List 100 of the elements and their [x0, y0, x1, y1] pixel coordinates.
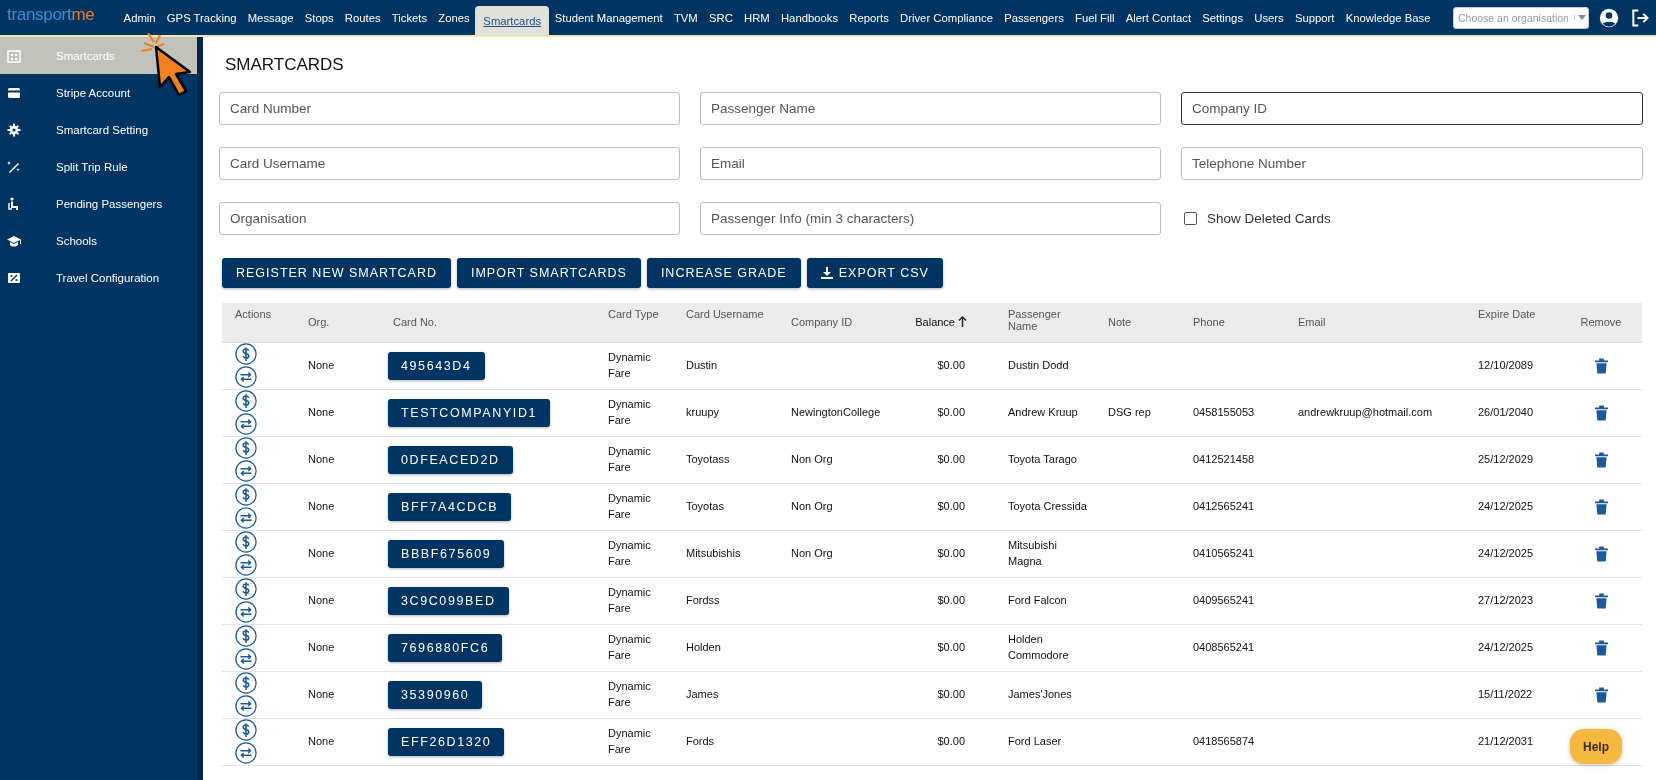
sidebar-item[interactable]: Travel Configuration	[0, 259, 197, 296]
swap-arrows-circle-icon[interactable]	[235, 695, 257, 717]
logout-icon[interactable]	[1630, 7, 1650, 28]
checkbox[interactable]	[1184, 212, 1197, 225]
column-header[interactable]: Email	[1298, 316, 1326, 329]
card-number-button[interactable]: 495643D4	[388, 351, 485, 380]
nav-tab[interactable]: Knowledge Base	[1340, 0, 1437, 35]
column-header[interactable]: Card Username	[686, 308, 764, 320]
trash-icon[interactable]	[1594, 545, 1608, 562]
trash-icon[interactable]	[1594, 451, 1608, 468]
search-field[interactable]: Passenger Info (min 3 characters)	[700, 202, 1161, 235]
action-button[interactable]: IMPORT SMARTCARDS	[456, 258, 641, 288]
nav-tab[interactable]: TVM	[668, 0, 704, 35]
column-header[interactable]: Remove	[1580, 316, 1622, 329]
swap-arrows-circle-icon[interactable]	[235, 648, 257, 670]
dollar-circle-icon[interactable]	[235, 578, 257, 600]
nav-tab[interactable]: Handbooks	[775, 0, 844, 35]
swap-arrows-circle-icon[interactable]	[235, 413, 257, 435]
nav-tab[interactable]: HRM	[738, 0, 776, 35]
card-number-button[interactable]: EFF26D1320	[388, 727, 505, 756]
table-cell: $0.00	[937, 499, 965, 512]
card-number-button[interactable]: 3C9C099BED	[388, 586, 509, 615]
dollar-circle-icon[interactable]	[235, 437, 257, 459]
nav-tab[interactable]: Settings	[1196, 0, 1249, 35]
nav-tab[interactable]: Reports	[843, 0, 895, 35]
trash-icon[interactable]	[1594, 639, 1608, 656]
search-field[interactable]: Card Username	[219, 147, 680, 180]
nav-tab[interactable]: Passengers	[998, 0, 1070, 35]
dollar-circle-icon[interactable]	[235, 672, 257, 694]
search-field[interactable]: Organisation	[219, 202, 680, 235]
column-header[interactable]: Org.	[308, 316, 330, 329]
nav-tab[interactable]: Tickets	[386, 0, 433, 35]
nav-tab[interactable]: Driver Compliance	[894, 0, 999, 35]
card-number-button[interactable]: 35390960	[388, 680, 483, 709]
nav-tab[interactable]: GPS Tracking	[161, 0, 243, 35]
trash-icon[interactable]	[1594, 686, 1608, 703]
nav-tab[interactable]: Message	[242, 0, 300, 35]
percent-ticket-icon	[7, 270, 21, 285]
swap-arrows-circle-icon[interactable]	[235, 554, 257, 576]
column-header[interactable]: Expire Date	[1478, 308, 1536, 320]
trash-icon[interactable]	[1594, 498, 1608, 515]
action-button[interactable]: REGISTER NEW SMARTCARD	[222, 258, 451, 288]
trash-icon[interactable]	[1594, 357, 1608, 374]
dollar-circle-icon[interactable]	[235, 625, 257, 647]
nav-tab[interactable]: Smartcards	[475, 6, 550, 35]
swap-arrows-circle-icon[interactable]	[235, 507, 257, 529]
page-title: SMARTCARDS	[225, 55, 345, 75]
trash-icon[interactable]	[1594, 404, 1608, 421]
search-field[interactable]: Email	[700, 147, 1161, 180]
swap-arrows-circle-icon[interactable]	[235, 601, 257, 623]
sidebar-item[interactable]: Smartcard Setting	[0, 111, 197, 148]
nav-tab[interactable]: Support	[1289, 0, 1341, 35]
nav-tab[interactable]: Alert Contact	[1120, 0, 1197, 35]
trash-icon[interactable]	[1594, 592, 1608, 609]
table-cell: None	[308, 640, 335, 653]
swap-arrows-circle-icon[interactable]	[235, 460, 257, 482]
nav-tab[interactable]: Zones	[432, 0, 476, 35]
search-field[interactable]: Card Number	[219, 92, 680, 125]
nav-tab[interactable]: Admin	[118, 0, 162, 35]
action-button[interactable]: EXPORT CSV	[806, 258, 943, 288]
dollar-circle-icon[interactable]	[235, 531, 257, 553]
search-field[interactable]: Passenger Name	[700, 92, 1161, 125]
search-field[interactable]: Company ID	[1181, 92, 1643, 125]
organisation-select[interactable]: Choose an organisation	[1453, 6, 1589, 29]
swap-arrows-circle-icon[interactable]	[235, 742, 257, 764]
user-account-icon[interactable]	[1599, 7, 1619, 28]
logo[interactable]: transportme	[0, 0, 118, 25]
card-number-button[interactable]: 7696880FC6	[388, 633, 503, 662]
column-header[interactable]: Passenger Name	[1008, 308, 1092, 332]
nav-tab[interactable]: Student Management	[549, 0, 669, 35]
nav-tab[interactable]: Routes	[339, 0, 387, 35]
sidebar-item[interactable]: Split Trip Rule	[0, 148, 197, 185]
download-icon	[820, 267, 833, 279]
dollar-circle-icon[interactable]	[235, 719, 257, 741]
card-number-button[interactable]: BFF7A4CDCB	[388, 492, 512, 521]
card-number-button[interactable]: BBBF675609	[388, 539, 505, 568]
dollar-circle-icon[interactable]	[235, 343, 257, 365]
search-field[interactable]: Telephone Number	[1181, 147, 1643, 180]
nav-tab[interactable]: Stops	[299, 0, 340, 35]
column-header[interactable]: Company ID	[791, 316, 853, 329]
checkbox-label[interactable]: Show Deleted Cards	[1207, 211, 1331, 226]
column-header[interactable]: Card No.	[393, 316, 438, 329]
column-header[interactable]: Balance	[915, 316, 955, 329]
card-number-button[interactable]: TESTCOMPANYID1	[388, 398, 551, 427]
swap-arrows-circle-icon[interactable]	[235, 366, 257, 388]
column-header[interactable]: Card Type	[608, 308, 659, 320]
dollar-circle-icon[interactable]	[235, 484, 257, 506]
help-button[interactable]: Help	[1570, 729, 1622, 764]
column-header[interactable]: Note	[1108, 316, 1132, 329]
card-number-button[interactable]: 0DFEACED2D	[388, 445, 513, 474]
sidebar-item[interactable]: Pending Passengers	[0, 185, 197, 222]
dollar-circle-icon[interactable]	[235, 390, 257, 412]
nav-tab[interactable]: Users	[1248, 0, 1290, 35]
sidebar-item[interactable]: Stripe Account	[0, 74, 197, 111]
action-button[interactable]: INCREASE GRADE	[646, 258, 801, 288]
sidebar-item[interactable]: Schools	[0, 222, 197, 259]
column-header[interactable]: Actions	[235, 308, 272, 320]
column-header[interactable]: Phone	[1193, 316, 1225, 329]
nav-tab[interactable]: SRC	[703, 0, 739, 35]
nav-tab[interactable]: Fuel Fill	[1069, 0, 1121, 35]
